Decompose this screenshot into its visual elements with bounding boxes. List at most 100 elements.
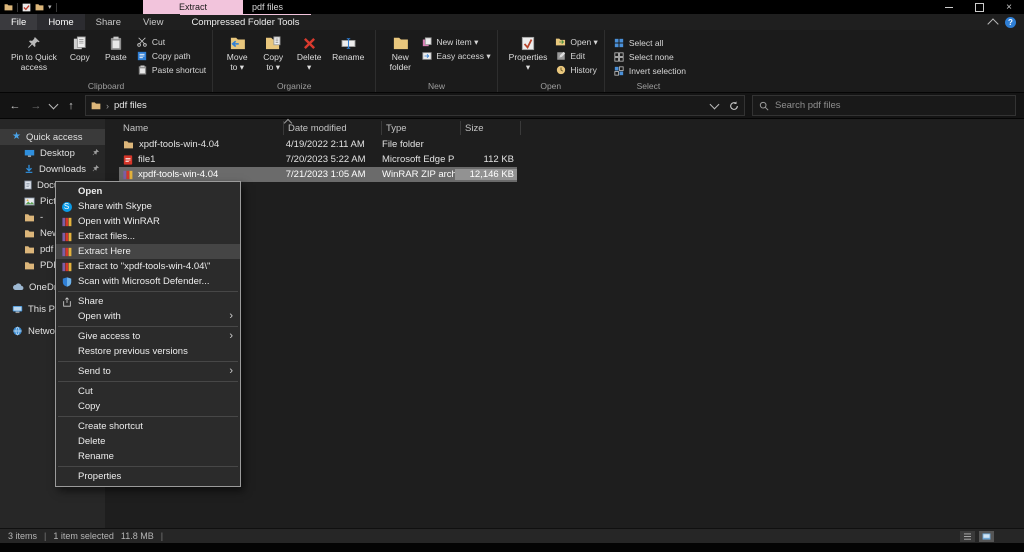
- search-placeholder: Search pdf files: [775, 100, 840, 111]
- properties-button[interactable]: Properties ▾: [505, 33, 552, 74]
- address-dropdown-icon[interactable]: [710, 99, 720, 109]
- winrar-icon: [60, 262, 73, 272]
- folder-icon: [24, 261, 35, 270]
- tab-share[interactable]: Share: [85, 14, 132, 30]
- window-controls: ×: [934, 0, 1024, 14]
- document-icon: [24, 180, 32, 190]
- menu-item-copy[interactable]: Copy: [56, 399, 240, 414]
- tab-compressed-folder-tools[interactable]: Compressed Folder Tools: [180, 14, 310, 30]
- menu-item-share-with-skype[interactable]: S Share with Skype: [56, 199, 240, 214]
- menu-item-restore-previous-versions[interactable]: Restore previous versions: [56, 344, 240, 359]
- select-none-icon: [614, 52, 625, 62]
- copy-to-button[interactable]: Copy to ▾: [256, 33, 290, 74]
- menu-item-open-with[interactable]: Open with ›: [56, 309, 240, 324]
- menu-item-send-to[interactable]: Send to ›: [56, 364, 240, 379]
- rename-button[interactable]: Rename: [328, 33, 368, 74]
- address-bar-row: ← → ↑ › pdf files Search pdf files: [0, 93, 1024, 119]
- menu-item-extract-here[interactable]: Extract Here: [56, 244, 240, 259]
- new-item-button[interactable]: New item ▾: [421, 36, 490, 48]
- help-icon[interactable]: ?: [1005, 17, 1016, 28]
- file-row[interactable]: xpdf-tools-win-4.04 4/19/2022 2:11 AM Fi…: [119, 137, 517, 152]
- column-header-name[interactable]: Name: [119, 121, 284, 135]
- forward-icon[interactable]: →: [29, 100, 43, 112]
- tab-file[interactable]: File: [0, 14, 37, 30]
- ribbon-group-select: Select all Select none Invert selection …: [605, 30, 692, 92]
- details-view-icon[interactable]: [960, 531, 975, 542]
- qat-new-folder-icon[interactable]: [35, 3, 44, 11]
- menu-item-extract-to[interactable]: Extract to "xpdf-tools-win-4.04\": [56, 259, 240, 274]
- thumbnails-view-icon[interactable]: [979, 531, 994, 542]
- copy-button[interactable]: Copy: [63, 33, 97, 74]
- item-count: 3 items: [8, 531, 37, 541]
- open-button[interactable]: Open ▾: [555, 36, 597, 48]
- menu-item-create-shortcut[interactable]: Create shortcut: [56, 419, 240, 434]
- menu-item-label: Open: [78, 186, 102, 197]
- column-header-date-modified[interactable]: Date modified: [284, 121, 382, 135]
- search-input[interactable]: Search pdf files: [752, 95, 1016, 116]
- button-label: History: [570, 65, 596, 75]
- column-header-type[interactable]: Type: [382, 121, 461, 135]
- menu-item-label: Open with: [78, 311, 121, 322]
- invert-selection-button[interactable]: Invert selection: [614, 65, 686, 77]
- winrar-icon: [60, 232, 73, 242]
- location-folder-icon: [91, 101, 101, 110]
- menu-item-give-access-to[interactable]: Give access to ›: [56, 329, 240, 344]
- sidebar-item-desktop[interactable]: Desktop: [0, 145, 105, 161]
- minimize-button[interactable]: [934, 0, 964, 14]
- button-label: Edit: [570, 51, 585, 61]
- file-row-selected[interactable]: xpdf-tools-win-4.04 7/21/2023 1:05 AM Wi…: [119, 167, 517, 182]
- up-icon[interactable]: ↑: [64, 100, 78, 112]
- select-none-button[interactable]: Select none: [614, 51, 686, 63]
- copy-path-button[interactable]: Copy path: [137, 50, 206, 62]
- column-header-size[interactable]: Size: [461, 121, 521, 135]
- cut-button[interactable]: Cut: [137, 36, 206, 48]
- paste-button[interactable]: Paste: [99, 33, 133, 74]
- menu-item-share[interactable]: Share: [56, 294, 240, 309]
- recent-locations-icon[interactable]: [49, 99, 59, 109]
- file-date: 7/20/2023 5:22 AM: [282, 154, 378, 165]
- copy-path-icon: [137, 51, 148, 61]
- qat-properties-icon[interactable]: [22, 3, 31, 12]
- refresh-icon[interactable]: [729, 101, 739, 111]
- back-icon[interactable]: ←: [8, 100, 22, 112]
- tab-view[interactable]: View: [132, 14, 174, 30]
- easy-access-icon: [421, 51, 432, 61]
- menu-item-rename[interactable]: Rename: [56, 449, 240, 464]
- delete-button[interactable]: Delete ▾: [292, 33, 326, 74]
- menu-separator: [58, 416, 238, 417]
- maximize-button[interactable]: [964, 0, 994, 14]
- qat-customize-dropdown-icon[interactable]: ▾: [48, 4, 52, 11]
- paste-shortcut-button[interactable]: Paste shortcut: [137, 64, 206, 76]
- breadcrumb-path[interactable]: pdf files: [114, 100, 147, 111]
- menu-item-delete[interactable]: Delete: [56, 434, 240, 449]
- contextual-tab-group-header: Extract: [143, 0, 243, 14]
- menu-item-label: Give access to: [78, 331, 140, 342]
- file-list-pane: Name Date modified Type Size xpdf-tools-…: [105, 119, 1024, 528]
- menu-item-scan-with-defender[interactable]: Scan with Microsoft Defender...: [56, 274, 240, 289]
- easy-access-button[interactable]: Easy access ▾: [421, 50, 490, 62]
- sidebar-item-quick-access[interactable]: ★ Quick access: [0, 129, 105, 145]
- file-type: Microsoft Edge PD...: [378, 154, 455, 165]
- sidebar-item-downloads[interactable]: Downloads: [0, 161, 105, 177]
- collapse-ribbon-icon[interactable]: [987, 18, 998, 29]
- close-button[interactable]: ×: [994, 0, 1024, 14]
- app-folder-icon: [4, 3, 13, 11]
- ribbon-group-open: Properties ▾ Open ▾ Edit History: [498, 30, 605, 92]
- menu-item-properties[interactable]: Properties: [56, 469, 240, 484]
- select-all-button[interactable]: Select all: [614, 37, 686, 49]
- new-folder-button[interactable]: New folder: [383, 33, 417, 74]
- button-label: Paste shortcut: [152, 65, 206, 75]
- menu-item-cut[interactable]: Cut: [56, 384, 240, 399]
- sidebar-item-label: Desktop: [40, 148, 75, 159]
- menu-item-extract-files[interactable]: Extract files...: [56, 229, 240, 244]
- tab-home[interactable]: Home: [37, 14, 84, 30]
- history-button[interactable]: History: [555, 64, 597, 76]
- edit-icon: [555, 51, 566, 61]
- pin-to-quick-access-button[interactable]: Pin to Quick access: [7, 33, 61, 74]
- file-row[interactable]: file1 7/20/2023 5:22 AM Microsoft Edge P…: [119, 152, 517, 167]
- menu-item-open-with-winrar[interactable]: Open with WinRAR: [56, 214, 240, 229]
- address-bar[interactable]: › pdf files: [85, 95, 745, 116]
- move-to-button[interactable]: Move to ▾: [220, 33, 254, 74]
- menu-item-open[interactable]: Open: [56, 184, 240, 199]
- edit-button[interactable]: Edit: [555, 50, 597, 62]
